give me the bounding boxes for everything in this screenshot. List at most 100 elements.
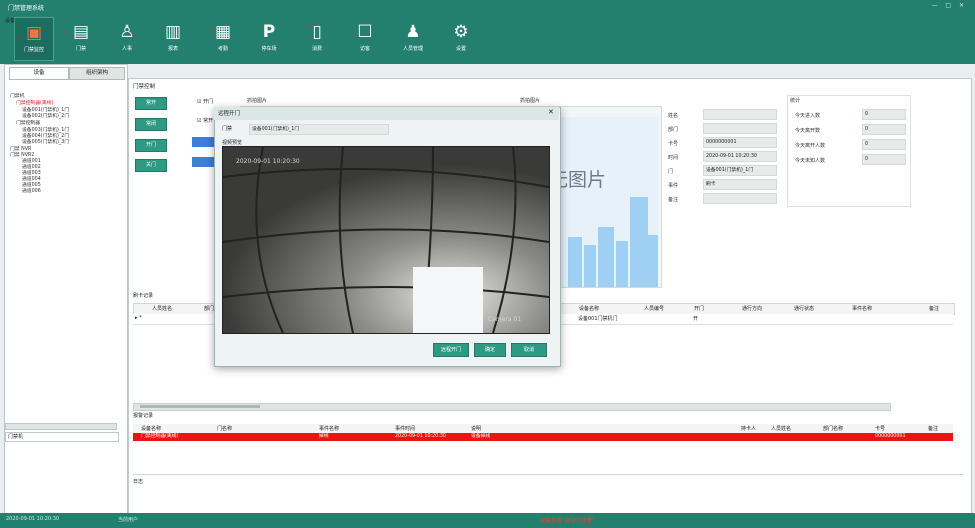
tree-node[interactable]: 设备002(门禁机)_2门 xyxy=(22,112,69,119)
column-header[interactable]: 事件时间 xyxy=(395,425,415,432)
toolbar-visitor-button[interactable]: ☐ 访客 xyxy=(346,17,384,59)
tree-root[interactable]: 设备 xyxy=(5,17,15,24)
info-door-field: 设备001(门禁机)_1门 xyxy=(703,165,777,176)
column-header[interactable]: 开门 xyxy=(694,305,704,312)
open-checkbox[interactable]: ☑ 开门 xyxy=(197,98,213,105)
scrollbar-thumb[interactable] xyxy=(140,405,260,408)
tree-node[interactable]: 设备005(门禁机)_3门 xyxy=(22,138,69,145)
door-monitor-icon: ▣ xyxy=(25,23,43,43)
column-header[interactable]: 通行状态 xyxy=(794,305,814,312)
column-header[interactable]: 人员姓名 xyxy=(771,425,791,432)
toolbar-parking-button[interactable]: P 停车场 xyxy=(250,17,288,59)
visitor-icon: ☐ xyxy=(357,22,373,42)
info-dept-field xyxy=(703,123,777,134)
table-cell: 0000000001 xyxy=(875,434,906,439)
snapshot-label: 抓拍图片 xyxy=(247,98,268,104)
app-title: 门禁管理系统 xyxy=(8,5,45,12)
remote-open-button[interactable]: 远程开门 xyxy=(433,343,469,357)
info-time-field: 2020-09-01 10:20:30 xyxy=(703,151,777,162)
alarm-row[interactable]: 门禁控制器(离线) 掉线 2020-09-01 10:20:30 设备掉线 00… xyxy=(133,433,953,441)
column-header[interactable]: 事件名称 xyxy=(852,305,872,312)
blue-action-button-1[interactable] xyxy=(192,137,214,147)
toolbar-report-button[interactable]: ▥ 报表 xyxy=(154,17,192,59)
video-preview-label: 视频预览 xyxy=(222,140,243,146)
column-header[interactable]: 卡号 xyxy=(875,425,885,432)
tree-node[interactable]: 通道006 xyxy=(22,187,41,194)
table-cell: 门禁控制器(离线) xyxy=(141,434,179,439)
stat-label: 今天未知人数 xyxy=(795,158,826,164)
door-icon: ▤ xyxy=(72,22,90,42)
close-icon[interactable]: ✕ xyxy=(548,108,554,116)
normally-open-checkbox[interactable]: ☑ 常开 xyxy=(197,117,213,124)
toolbar-door-button[interactable]: ▤ 门禁 xyxy=(62,17,100,59)
always-closed-button[interactable]: 常闭 xyxy=(135,118,167,131)
column-header[interactable]: 备注 xyxy=(928,425,938,432)
swipe-records-title: 刷卡记录 xyxy=(133,293,154,299)
confirm-button[interactable]: 确定 xyxy=(474,343,506,357)
status-time: 2020-09-01 10:20:30 xyxy=(6,516,60,522)
column-header[interactable]: 备注 xyxy=(929,305,939,312)
column-header[interactable]: 门名称 xyxy=(217,425,232,432)
info-remark-field xyxy=(703,193,777,204)
column-header[interactable]: 人员姓名 xyxy=(152,305,172,312)
info-label-card: 卡号 xyxy=(668,141,679,147)
info-card-field: 0000000001 xyxy=(703,137,777,148)
table-cell: 设备001门禁机门 xyxy=(578,316,618,322)
capture-label: 抓拍图片 xyxy=(520,98,541,104)
alarm-records-title: 报警记录 xyxy=(133,413,154,419)
open-door-button[interactable]: 开门 xyxy=(135,139,167,152)
status-user: 当前用户 xyxy=(118,517,139,523)
dialog-title: 远程开门 xyxy=(218,111,241,117)
tree-node[interactable]: 门禁控制器(离线) xyxy=(16,99,53,106)
device-filter-select[interactable]: 门禁机 xyxy=(5,432,119,442)
dialog-door-label: 门禁 xyxy=(222,126,233,132)
tree-horizontal-scrollbar[interactable] xyxy=(5,423,117,430)
status-bar xyxy=(0,513,975,528)
toolbar-user-admin-button[interactable]: ♟ 人员管理 xyxy=(394,17,432,59)
toolbar-person-button[interactable]: ♙ 人事 xyxy=(108,17,146,59)
column-header[interactable]: 部门 xyxy=(204,305,214,312)
toolbar-door-monitor-button[interactable]: ▣ 门禁监控 xyxy=(14,17,54,61)
stat-value: 0 xyxy=(862,139,906,150)
always-open-button[interactable]: 常开 xyxy=(135,97,167,110)
stat-label: 今天进入数 xyxy=(795,113,821,119)
tree-node[interactable]: 门禁控制器 xyxy=(16,119,40,126)
info-label-remark: 备注 xyxy=(668,197,679,203)
column-header[interactable]: 设备名称 xyxy=(579,305,599,312)
column-header[interactable]: 部门名称 xyxy=(823,425,843,432)
column-header[interactable]: 人员编号 xyxy=(644,305,664,312)
camera-feed xyxy=(223,147,549,333)
attendance-icon: ▦ xyxy=(214,22,232,42)
app-toolbar xyxy=(0,0,975,64)
stat-value: 0 xyxy=(862,124,906,135)
dialog-door-field[interactable]: 设备001(门禁机)_1门 xyxy=(249,124,389,135)
status-alarm-text: 设备报警!请及时处理! xyxy=(540,518,594,524)
table-cell: 开 xyxy=(693,316,699,322)
column-header[interactable]: 说明 xyxy=(471,425,481,432)
toolbar-consume-button[interactable]: ▯ 消费 xyxy=(298,17,336,59)
cancel-button[interactable]: 取消 xyxy=(511,343,547,357)
tree-node[interactable]: 门禁机 xyxy=(10,92,24,99)
tab-organization[interactable]: 组织架构 xyxy=(69,67,125,80)
blue-action-button-2[interactable] xyxy=(192,157,214,167)
window-controls[interactable]: — □ ✕ xyxy=(931,2,967,9)
person-icon: ♙ xyxy=(119,22,135,42)
column-header[interactable]: 通行方向 xyxy=(742,305,762,312)
log-title: 日志 xyxy=(133,479,144,485)
tab-device[interactable]: 设备 xyxy=(9,67,69,80)
stat-value: 0 xyxy=(862,109,906,120)
toolbar-settings-button[interactable]: ⚙ 设置 xyxy=(442,17,480,59)
dialog-titlebar[interactable] xyxy=(214,107,559,120)
info-label-door: 门 xyxy=(668,169,674,175)
column-header[interactable]: 事件名称 xyxy=(319,425,339,432)
parking-icon: P xyxy=(262,22,276,42)
info-label-time: 时间 xyxy=(668,155,679,161)
stat-value: 0 xyxy=(862,154,906,165)
video-osd-camera: Camera 01 xyxy=(488,316,522,323)
video-preview xyxy=(222,146,550,334)
stat-label: 今天离开人数 xyxy=(795,143,826,149)
close-door-button[interactable]: 关门 xyxy=(135,159,167,172)
column-header[interactable]: 持卡人 xyxy=(741,425,756,432)
toolbar-attendance-button[interactable]: ▦ 考勤 xyxy=(204,17,242,59)
column-header[interactable]: 设备名称 xyxy=(141,425,161,432)
